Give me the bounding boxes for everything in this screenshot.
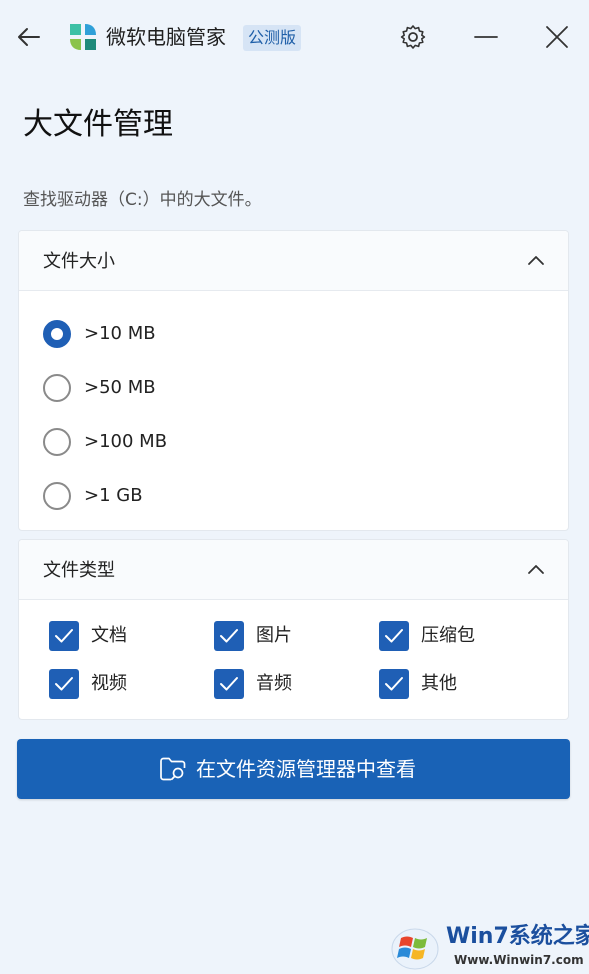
view-in-explorer-label: 在文件资源管理器中查看 [196,757,416,781]
radio-button[interactable] [43,482,71,510]
file-size-header[interactable]: 文件大小 [19,231,568,291]
checkbox-label: 视频 [91,673,127,694]
checkbox[interactable] [379,621,409,651]
chevron-up-icon[interactable] [526,560,546,580]
minimize-button[interactable] [472,23,500,51]
radio-button[interactable] [43,374,71,402]
checkbox[interactable] [214,669,244,699]
folder-search-icon [160,757,186,781]
checkmark-icon [385,677,403,691]
page-subtitle: 查找驱动器（C:）中的大文件。 [23,190,262,210]
checkbox[interactable] [214,621,244,651]
file-size-title: 文件大小 [43,251,115,272]
radio-button[interactable] [43,428,71,456]
view-in-explorer-button[interactable]: 在文件资源管理器中查看 [17,739,570,799]
close-icon [546,26,568,48]
checkbox-label: 图片 [256,625,292,646]
radio-button[interactable] [43,320,71,348]
checkbox[interactable] [49,669,79,699]
radio-label: >1 GB [84,485,143,506]
back-button[interactable] [14,22,44,52]
page-title: 大文件管理 [23,107,173,142]
app-name: 微软电脑管家 [106,25,226,49]
radio-label: >100 MB [84,431,168,452]
back-arrow-icon [18,28,40,46]
settings-button[interactable] [399,23,427,51]
file-size-panel: 文件大小 >10 MB >50 MB >100 MB >1 GB [18,230,569,531]
checkbox-label: 压缩包 [421,625,475,646]
beta-badge: 公测版 [243,25,302,51]
title-bar: 微软电脑管家 公测版 [0,0,589,74]
watermark-url: Www.Winwin7.com [454,953,584,967]
watermark: Win7系统之家 Www.Winwin7.com [390,922,589,974]
watermark-title: Win7系统之家 [446,924,589,949]
pc-manager-logo [68,22,98,52]
file-type-panel: 文件类型 文档 图片 压缩包 视频 音频 其他 [18,539,569,720]
checkmark-icon [55,677,73,691]
close-button[interactable] [543,23,571,51]
checkmark-icon [55,629,73,643]
checkbox-label: 音频 [256,673,292,694]
radio-label: >50 MB [84,377,156,398]
checkbox-label: 文档 [91,625,127,646]
checkbox-label: 其他 [421,673,457,694]
file-type-title: 文件类型 [43,560,115,581]
windows-logo-icon [391,928,439,970]
minimize-icon [474,36,498,38]
checkmark-icon [385,629,403,643]
checkmark-icon [220,677,238,691]
chevron-up-icon[interactable] [526,251,546,271]
gear-icon [400,25,426,49]
file-type-header[interactable]: 文件类型 [19,540,568,600]
checkbox[interactable] [49,621,79,651]
checkmark-icon [220,629,238,643]
checkbox[interactable] [379,669,409,699]
radio-label: >10 MB [84,323,156,344]
